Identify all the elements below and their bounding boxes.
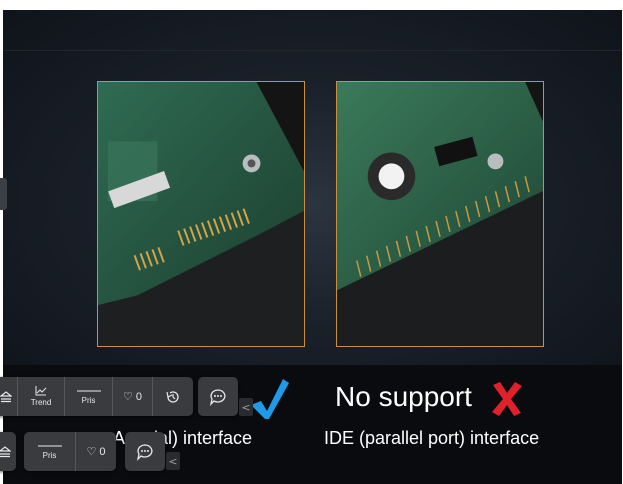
like-count: 0 (99, 445, 106, 458)
stack-button[interactable] (0, 377, 18, 416)
stack-icon (0, 390, 12, 402)
ide-drive-photo (336, 81, 544, 347)
toolbar-bottom: Pris ♡ 0 (24, 432, 116, 471)
no-support-title: No support (335, 381, 472, 412)
chevron-left-icon: < (241, 400, 251, 414)
price-line-icon (76, 390, 101, 392)
toolbar-top: Trend Pris ♡ 0 (0, 377, 193, 416)
price-label: Pris (81, 396, 96, 405)
like-button-bottom[interactable]: ♡ 0 (76, 432, 116, 471)
cross-icon (492, 382, 522, 416)
trend-button[interactable]: Trend (18, 377, 65, 416)
heart-icon: ♡ (123, 391, 133, 403)
collapse-button-top[interactable]: < (239, 398, 253, 416)
collapse-button-bottom[interactable]: < (166, 452, 180, 470)
stack-icon (0, 445, 11, 457)
trend-label: Trend (30, 398, 52, 407)
right-subtitle: IDE (parallel port) interface (324, 428, 540, 448)
side-handle[interactable] (0, 178, 7, 210)
price-label: Pris (42, 451, 57, 460)
sata-drive-photo (97, 81, 305, 347)
price-button[interactable]: Pris (65, 377, 113, 416)
comment-button-top[interactable] (198, 377, 238, 416)
like-button[interactable]: ♡ 0 (113, 377, 153, 416)
comment-icon (209, 388, 226, 406)
comment-icon (136, 443, 153, 461)
banner-background (3, 10, 622, 365)
trend-chart-icon (35, 386, 47, 396)
check-icon (251, 379, 289, 419)
price-line-icon (37, 445, 62, 447)
comment-button-bottom[interactable] (125, 432, 165, 471)
chevron-left-icon: < (168, 454, 178, 468)
history-button[interactable] (153, 377, 193, 416)
like-count: 0 (135, 390, 142, 403)
price-button-bottom[interactable]: Pris (24, 432, 76, 471)
stack-button-bottom[interactable] (0, 432, 16, 471)
history-icon (166, 390, 179, 403)
heart-icon: ♡ (86, 446, 97, 458)
